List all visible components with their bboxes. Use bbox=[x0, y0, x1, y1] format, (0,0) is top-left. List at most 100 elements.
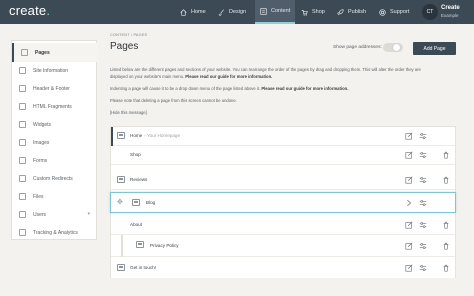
info-text-line-2: displayed on your website's main menu. P… bbox=[110, 74, 273, 79]
nav-content[interactable]: Content bbox=[255, 0, 295, 24]
sidebar-item-images[interactable]: Images bbox=[12, 133, 98, 152]
trash-icon[interactable] bbox=[442, 221, 450, 229]
edit-icon[interactable] bbox=[405, 264, 413, 272]
page-row-about[interactable]: About bbox=[111, 216, 455, 235]
image-icon bbox=[19, 139, 26, 146]
sidebar-item-label: Widgets bbox=[33, 121, 52, 128]
page-title-text: Get in touch! bbox=[130, 265, 157, 270]
info-text-line-3: Indenting a page will cause it to be a d… bbox=[110, 86, 349, 91]
settings-sliders-icon[interactable] bbox=[419, 242, 427, 250]
breadcrumb-current: PAGES bbox=[133, 33, 148, 37]
toggle-knob bbox=[393, 44, 400, 51]
sidebar-item-site-information[interactable]: Site Information bbox=[12, 61, 98, 80]
cart-icon bbox=[301, 9, 308, 16]
settings-sliders-icon[interactable] bbox=[419, 221, 427, 229]
sidebar-item-label: Site Information bbox=[33, 67, 69, 74]
sidebar-item-label: HTML Fragments bbox=[33, 103, 72, 110]
page-row-home[interactable]: Home - Your Homepage bbox=[111, 127, 455, 146]
form-icon bbox=[19, 157, 26, 164]
nav-home[interactable]: Home bbox=[180, 0, 212, 24]
sidebar-item-html-fragments[interactable]: HTML Fragments bbox=[12, 97, 98, 116]
settings-sliders-icon[interactable] bbox=[419, 199, 427, 207]
info-icon bbox=[19, 67, 26, 74]
settings-sliders-icon[interactable] bbox=[419, 132, 427, 140]
edit-icon[interactable] bbox=[405, 221, 413, 229]
chevron-down-icon: ▾ bbox=[87, 211, 90, 217]
nav-design[interactable]: Design bbox=[218, 0, 250, 24]
settings-sliders-icon[interactable] bbox=[419, 176, 427, 184]
trash-icon[interactable] bbox=[442, 242, 450, 250]
file-icon bbox=[19, 193, 26, 200]
nav-publish-label: Publish bbox=[348, 9, 367, 15]
sidebar-item-label: Users bbox=[33, 211, 47, 218]
edit-icon[interactable] bbox=[405, 242, 413, 250]
app-logo[interactable]: create. bbox=[9, 3, 50, 18]
trash-icon[interactable] bbox=[442, 264, 450, 272]
settings-sliders-icon[interactable] bbox=[419, 151, 427, 159]
nav-support-label: Support bbox=[390, 9, 410, 15]
page-row-get-in-touch[interactable]: Get in touch! bbox=[111, 259, 455, 278]
sidebar-item-header-footer[interactable]: Header & Footer bbox=[12, 79, 98, 98]
analytics-icon bbox=[19, 229, 26, 236]
content-sidebar: Pages Site Information Header & Footer H… bbox=[11, 40, 98, 242]
nav-publish[interactable]: Publish bbox=[337, 0, 371, 24]
breadcrumb-root[interactable]: CONTENT bbox=[110, 33, 130, 37]
trash-icon[interactable] bbox=[442, 176, 450, 184]
page-title-text: About bbox=[130, 222, 143, 227]
edit-icon[interactable] bbox=[405, 151, 413, 159]
page-tree: Home - Your Homepage Shop Reviews ✥ Blog … bbox=[110, 126, 456, 278]
page-row-privacy-policy[interactable]: Privacy Policy bbox=[111, 235, 455, 257]
sidebar-item-label: Custom Redirects bbox=[33, 175, 73, 182]
settings-sliders-icon[interactable] bbox=[419, 264, 427, 272]
page-row-shop[interactable]: Shop bbox=[111, 146, 455, 165]
sidebar-item-pages[interactable]: Pages bbox=[12, 43, 98, 62]
chevron-right-icon[interactable] bbox=[405, 199, 413, 207]
nav-home-label: Home bbox=[191, 9, 206, 15]
widget-icon bbox=[19, 121, 26, 128]
info-text-line-1: Listed below are the different pages and… bbox=[110, 67, 421, 72]
drag-handle-icon[interactable]: ✥ bbox=[117, 198, 123, 206]
page-icon bbox=[136, 241, 144, 248]
guide-link[interactable]: Please read our guide for more informati… bbox=[185, 74, 272, 79]
home-accent bbox=[111, 127, 113, 146]
content-icon bbox=[260, 7, 267, 15]
nav-shop-label: Shop bbox=[312, 9, 325, 15]
info-text-line-4: Please note that deleting a page from th… bbox=[110, 98, 237, 103]
show-addresses-toggle[interactable] bbox=[383, 43, 403, 52]
nav-design-label: Design bbox=[229, 9, 247, 15]
nav-content-label: Content bbox=[271, 8, 291, 14]
page-icon bbox=[117, 264, 125, 271]
rocket-icon bbox=[337, 8, 344, 15]
sidebar-item-files[interactable]: Files bbox=[12, 187, 98, 206]
page-icon bbox=[117, 176, 125, 183]
pages-icon bbox=[21, 49, 28, 56]
trash-icon[interactable] bbox=[442, 151, 450, 159]
sidebar-item-label: Pages bbox=[35, 49, 50, 56]
account-avatar[interactable]: CT bbox=[422, 4, 438, 20]
account-subtitle: Example bbox=[441, 13, 459, 18]
account-name[interactable]: Create bbox=[441, 5, 460, 11]
page-title-text: Blog bbox=[146, 200, 156, 205]
layout-icon bbox=[19, 85, 26, 92]
nav-shop[interactable]: Shop bbox=[301, 0, 331, 24]
breadcrumb: CONTENT / PAGES bbox=[110, 33, 148, 37]
sidebar-item-forms[interactable]: Forms bbox=[12, 151, 98, 170]
user-icon bbox=[19, 211, 26, 218]
sidebar-item-tracking-analytics[interactable]: Tracking & Analytics bbox=[12, 223, 98, 242]
sidebar-item-widgets[interactable]: Widgets bbox=[12, 115, 98, 134]
sidebar-item-users[interactable]: Users ▾ bbox=[12, 205, 98, 224]
nav-support[interactable]: Support bbox=[379, 0, 415, 24]
hide-message-link[interactable]: [Hide this message] bbox=[110, 110, 147, 117]
guide-link-2[interactable]: Please read our guide for more informati… bbox=[261, 86, 348, 91]
page-title-text: Privacy Policy bbox=[150, 243, 179, 248]
brush-icon bbox=[218, 8, 224, 16]
add-page-button[interactable]: Add Page bbox=[413, 42, 456, 55]
edit-icon[interactable] bbox=[405, 132, 413, 140]
home-icon bbox=[180, 8, 187, 16]
page-row-blog[interactable]: ✥ Blog bbox=[110, 192, 456, 213]
page-row-reviews[interactable]: Reviews bbox=[111, 171, 455, 190]
sidebar-item-custom-redirects[interactable]: Custom Redirects bbox=[12, 169, 98, 188]
sidebar-item-label: Header & Footer bbox=[33, 85, 70, 92]
sidebar-item-label: Images bbox=[33, 139, 50, 146]
edit-icon[interactable] bbox=[405, 176, 413, 184]
